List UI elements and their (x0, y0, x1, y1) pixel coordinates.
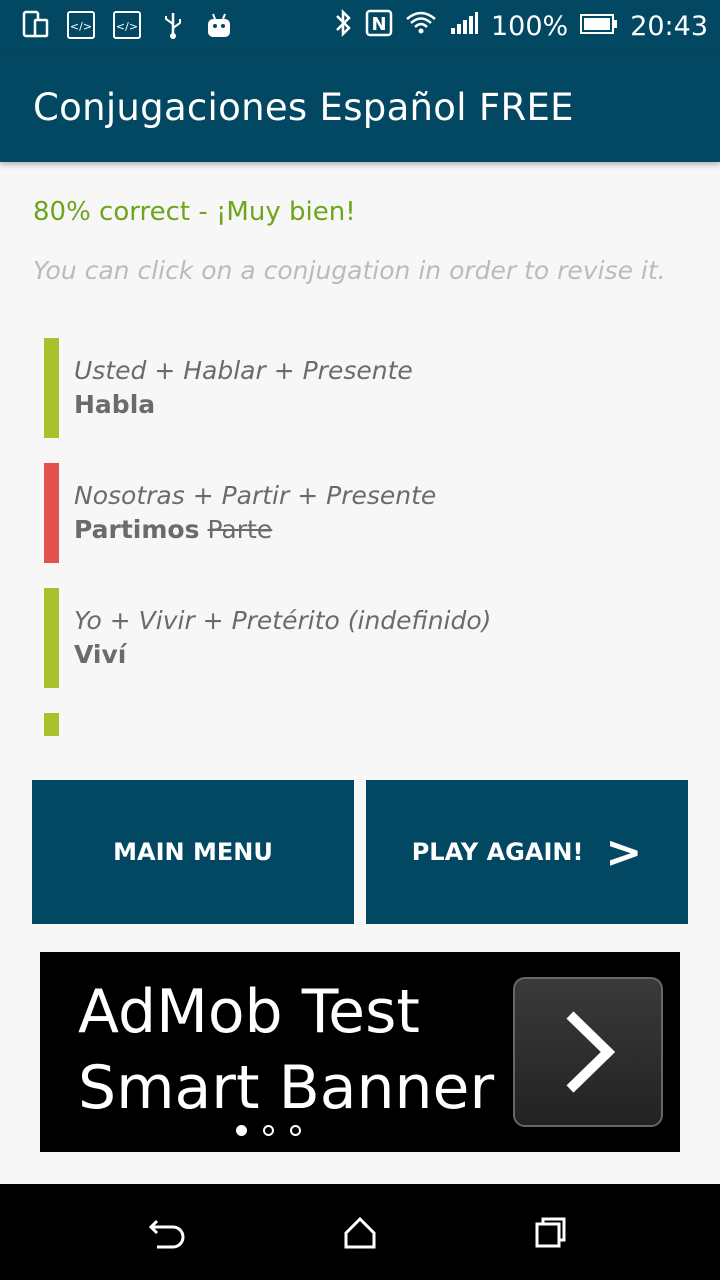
svg-text:</>: </> (116, 20, 138, 33)
score-text: 80% correct - ¡Muy bien! (33, 197, 356, 227)
recents-icon (535, 1217, 566, 1248)
chevron-right-icon (566, 1011, 616, 1093)
ad-line-1: AdMob Test (78, 977, 420, 1047)
ad-banner[interactable]: AdMob Test Smart Banner (40, 952, 680, 1152)
svg-text:N: N (371, 14, 386, 35)
conjugation-item[interactable] (44, 713, 684, 736)
code-icon: </> (66, 10, 96, 40)
main-menu-label: MAIN MENU (113, 838, 273, 866)
conjugation-item[interactable]: Usted + Hablar + Presente Habla (44, 338, 684, 438)
status-bar: </> </> N 100% 20:43 (0, 0, 720, 50)
svg-text:</>: </> (70, 20, 92, 33)
battery-percent: 100% (490, 11, 569, 42)
signal-icon (449, 10, 479, 43)
conjugation-item[interactable]: Nosotras + Partir + Presente Partimos Par… (44, 463, 684, 563)
play-again-button[interactable]: PLAY AGAIN! > (366, 780, 688, 924)
ad-page-indicator (236, 1125, 301, 1136)
navigation-bar (0, 1184, 720, 1280)
conjugation-answer: Habla (74, 390, 156, 419)
android-icon (204, 10, 234, 40)
usb-icon (158, 10, 188, 40)
ad-line-2: Smart Banner (78, 1053, 495, 1123)
conjugation-answer: Partimos (74, 515, 200, 544)
main-menu-button[interactable]: MAIN MENU (32, 780, 354, 924)
conjugation-answer: Viví (74, 640, 127, 669)
wifi-icon (405, 9, 437, 44)
clock: 20:43 (630, 11, 708, 42)
correct-indicator (44, 338, 59, 438)
conjugation-prompt: Yo + Vivir + Pretérito (indefinido) (74, 606, 492, 635)
app-title: Conjugaciones Español FREE (33, 86, 574, 129)
correct-indicator (44, 588, 59, 688)
system-status: N 100% 20:43 (333, 8, 708, 45)
notification-icons: </> </> (20, 10, 234, 40)
ad-open-button[interactable] (513, 977, 663, 1127)
page-dot (290, 1125, 301, 1136)
home-icon (344, 1216, 376, 1249)
conjugation-answer-row: Partimos Parte (74, 515, 272, 544)
page-dot (263, 1125, 274, 1136)
back-button[interactable] (142, 1208, 192, 1258)
play-arrow-icon: > (605, 826, 643, 878)
code-icon: </> (112, 10, 142, 40)
play-again-label: PLAY AGAIN! (411, 838, 584, 866)
recents-button[interactable] (526, 1208, 576, 1258)
home-button[interactable] (335, 1208, 385, 1258)
conjugation-prompt: Nosotras + Partir + Presente (74, 481, 437, 510)
revise-hint: You can click on a conjugation in order … (33, 256, 666, 285)
incorrect-indicator (44, 463, 59, 563)
ad-text: AdMob Test Smart Banner (78, 974, 494, 1126)
nfc-icon: N (365, 9, 393, 44)
correct-indicator (44, 713, 59, 736)
wrong-answer: Parte (207, 515, 273, 544)
bluetooth-icon (333, 8, 353, 45)
back-icon (148, 1219, 185, 1249)
conjugation-item[interactable]: Yo + Vivir + Pretérito (indefinido) Viví (44, 588, 684, 688)
conjugation-list[interactable]: Usted + Hablar + Presente Habla Nosotras… (0, 312, 720, 736)
conjugation-prompt: Usted + Hablar + Presente (74, 356, 413, 385)
page-dot (236, 1125, 247, 1136)
app-bar: Conjugaciones Español FREE (0, 50, 720, 162)
battery-icon (580, 11, 618, 42)
phone-rotate-icon (20, 10, 50, 40)
